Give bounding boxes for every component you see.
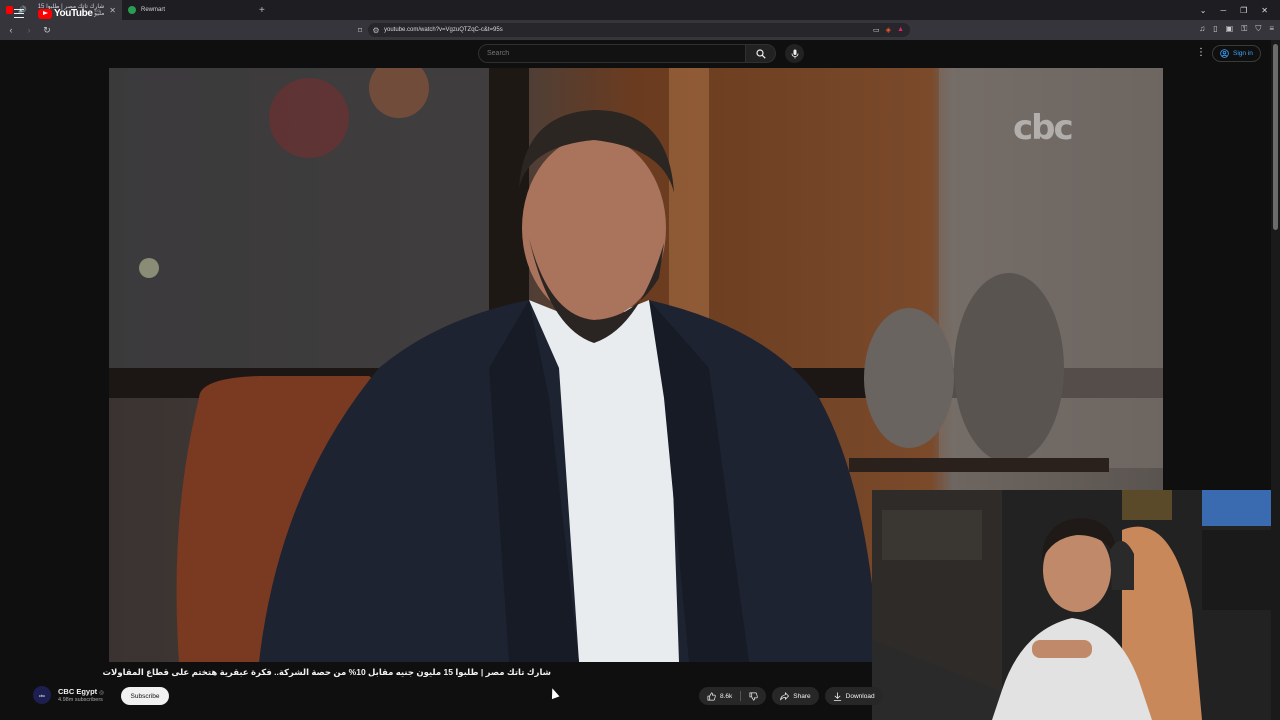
share-button[interactable]: Share bbox=[772, 687, 819, 705]
youtube-favicon-icon bbox=[6, 6, 14, 14]
subscribe-button[interactable]: Subscribe bbox=[121, 687, 169, 705]
window-controls: ⌄ ─ ❐ ✕ bbox=[1200, 0, 1280, 20]
thumbs-down-icon bbox=[749, 692, 759, 700]
rewmart-favicon-icon bbox=[128, 6, 136, 14]
tab-rewmart[interactable]: Rewmart bbox=[122, 0, 171, 20]
thumbs-up-icon bbox=[707, 692, 716, 700]
like-count: 8.6k bbox=[720, 692, 733, 700]
close-tab-icon[interactable]: ✕ bbox=[109, 6, 116, 15]
mouse-cursor-icon bbox=[548, 686, 560, 700]
channel-avatar[interactable]: cbc bbox=[33, 686, 51, 704]
new-tab-icon[interactable]: + bbox=[259, 5, 265, 16]
site-info-icon[interactable]: ⚙ bbox=[368, 26, 384, 35]
reload-icon[interactable]: ↻ bbox=[40, 25, 54, 36]
sidebar-icon[interactable]: ▯ bbox=[1213, 24, 1217, 34]
sign-in-label: Sign in bbox=[1233, 50, 1253, 57]
microphone-icon bbox=[791, 49, 798, 58]
reader-mode-icon[interactable]: ▭ bbox=[873, 26, 880, 34]
sign-in-button[interactable]: Sign in bbox=[1212, 45, 1261, 62]
like-dislike-group: 8.6k bbox=[699, 687, 767, 705]
tab-list-icon[interactable]: ⌄ bbox=[1200, 6, 1207, 15]
search-button[interactable] bbox=[746, 44, 776, 63]
tab-label: Rewmart bbox=[141, 7, 166, 13]
back-icon[interactable]: ‹ bbox=[4, 25, 18, 35]
minimize-icon[interactable]: ─ bbox=[1220, 6, 1226, 15]
video-title: شارك تاتك مصر | طلبوا 15 مليون جنيه مقاب… bbox=[102, 667, 551, 677]
brave-shield-icon[interactable]: ⛉ bbox=[1255, 24, 1261, 34]
menu-icon[interactable]: ≡ bbox=[1269, 24, 1274, 34]
wallet-icon[interactable]: ▣ bbox=[1226, 24, 1234, 34]
hamburger-menu-icon[interactable] bbox=[14, 9, 24, 19]
channel-text: CBC Egypt ◎ 4.98m subscribers bbox=[58, 687, 104, 703]
maximize-icon[interactable]: ❐ bbox=[1240, 6, 1247, 15]
forward-icon[interactable]: › bbox=[22, 25, 36, 35]
search-icon bbox=[755, 48, 766, 59]
webcam-overlay bbox=[872, 490, 1280, 720]
media-icon[interactable]: ♫ bbox=[1199, 24, 1205, 34]
youtube-wordmark: YouTube bbox=[54, 8, 93, 19]
bookmark-icon[interactable]: ⌑ bbox=[352, 26, 368, 35]
channel-info: cbc CBC Egypt ◎ 4.98m subscribers bbox=[33, 686, 104, 704]
address-bar-extensions: ▭ ◈ ▲ bbox=[873, 26, 910, 34]
search-input[interactable] bbox=[478, 44, 746, 63]
subscriber-count: 4.98m subscribers bbox=[58, 697, 103, 703]
address-bar[interactable]: ⌑ ⚙ youtube.com/watch?v=VgzuQTZqC-c&t=95… bbox=[358, 23, 910, 37]
video-actions: 8.6k Share Download bbox=[699, 687, 883, 705]
youtube-logo[interactable]: YouTube EG bbox=[38, 8, 100, 19]
vpn-icon[interactable]: ⚿ bbox=[1241, 24, 1247, 34]
url-text[interactable]: youtube.com/watch?v=VgzuQTZqC-c&t=95s bbox=[384, 27, 503, 33]
download-button[interactable]: Download bbox=[824, 687, 883, 705]
close-window-icon[interactable]: ✕ bbox=[1261, 6, 1268, 15]
dislike-button[interactable] bbox=[741, 687, 766, 705]
like-button[interactable]: 8.6k bbox=[699, 687, 740, 705]
channel-name[interactable]: CBC Egypt bbox=[58, 687, 97, 696]
verified-badge-icon: ◎ bbox=[99, 690, 105, 696]
rewards-icon[interactable]: ▲ bbox=[897, 26, 904, 34]
webcam-frame bbox=[872, 490, 1280, 720]
country-code: EG bbox=[94, 8, 101, 13]
settings-kebab-icon[interactable]: ⋮ bbox=[1196, 47, 1206, 58]
youtube-play-icon bbox=[38, 8, 52, 19]
page-scrollbar-thumb[interactable] bbox=[1273, 44, 1278, 230]
share-label: Share bbox=[793, 692, 811, 700]
shield-icon[interactable]: ◈ bbox=[886, 26, 891, 34]
browser-toolbar: ♫ ▯ ▣ ⚿ ⛉ ≡ bbox=[1199, 24, 1274, 34]
share-icon bbox=[780, 691, 790, 700]
download-label: Download bbox=[845, 692, 875, 700]
download-icon bbox=[833, 691, 841, 701]
channel-name-row: CBC Egypt ◎ bbox=[58, 687, 104, 696]
channel-watermark: CBC bbox=[1013, 108, 1074, 148]
browser-tab-bar: 🔊 شارك تاتك مصر | طلبوا 15 مليو ✕ Rewmar… bbox=[0, 0, 1280, 20]
voice-search-button[interactable] bbox=[785, 44, 804, 63]
account-icon bbox=[1220, 49, 1229, 58]
